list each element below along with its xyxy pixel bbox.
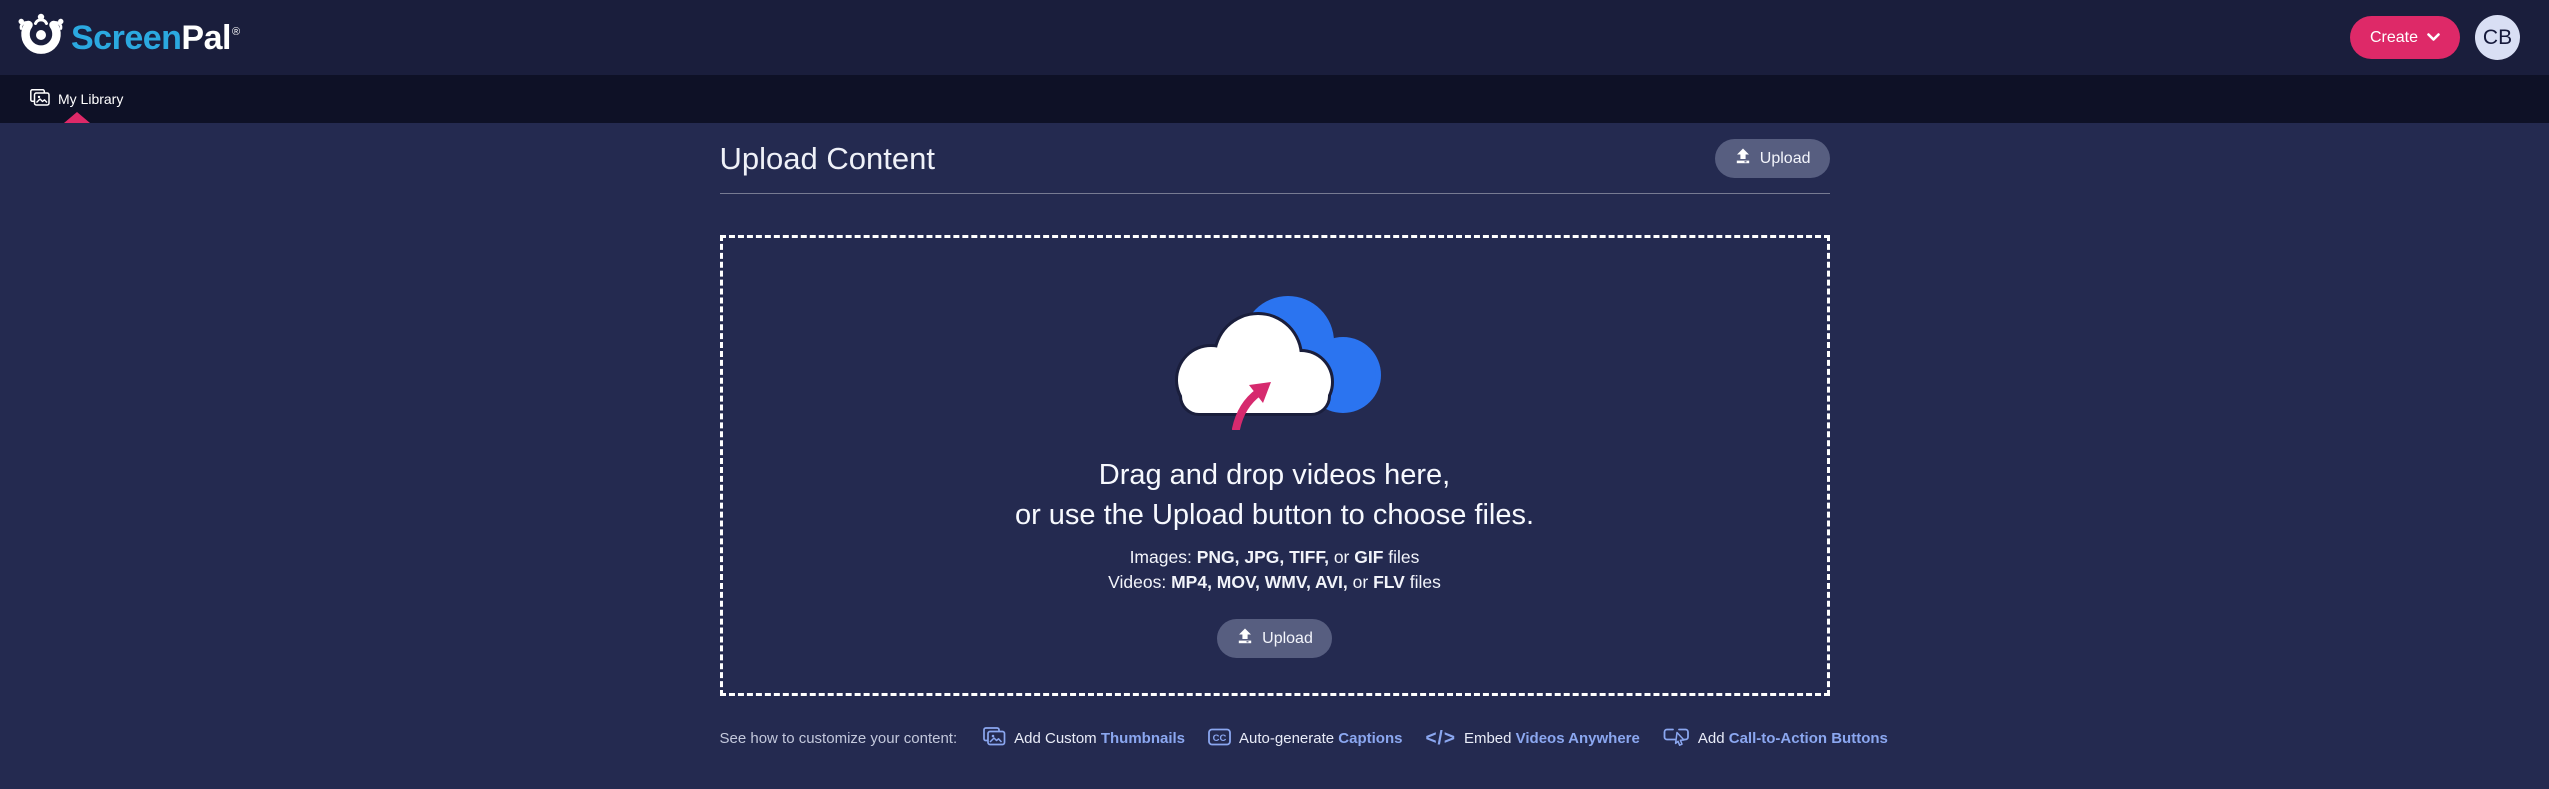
upload-button-label: Upload	[1760, 150, 1811, 168]
drag-drop-zone[interactable]: Drag and drop videos here, or use the Up…	[720, 235, 1830, 696]
customize-label: See how to customize your content:	[720, 730, 958, 747]
app-header: ScreenPal® Create CB	[0, 0, 2549, 75]
upload-icon	[1734, 147, 1752, 170]
screenpal-logo[interactable]: ScreenPal®	[18, 12, 240, 63]
upload-content-panel: Upload Content Upload	[720, 139, 1830, 751]
avatar-initials: CB	[2483, 26, 2512, 50]
captions-icon: CC	[1208, 728, 1231, 750]
user-avatar[interactable]: CB	[2475, 15, 2520, 60]
link-add-cta-buttons[interactable]: Add Call-to-Action Buttons	[1663, 726, 1888, 751]
svg-text:CC: CC	[1213, 733, 1227, 744]
dropzone-headline: Drag and drop videos here, or use the Up…	[1015, 455, 1534, 535]
library-icon	[30, 89, 50, 109]
library-nav-bar: My Library	[0, 75, 2549, 123]
chevron-down-icon	[2427, 29, 2440, 47]
upload-button-center[interactable]: Upload	[1217, 619, 1332, 658]
active-tab-indicator	[64, 112, 90, 123]
nav-item-label: My Library	[58, 91, 123, 107]
screenpal-mascot-icon	[18, 12, 64, 63]
upload-button-label: Upload	[1262, 630, 1313, 648]
cta-cursor-icon	[1663, 726, 1690, 751]
page-title: Upload Content	[720, 141, 935, 177]
embed-code-icon: </>	[1425, 728, 1455, 750]
link-add-thumbnails[interactable]: Add Custom Thumbnails	[983, 727, 1185, 750]
logo-wordmark: ScreenPal®	[71, 21, 240, 55]
link-auto-captions[interactable]: CC Auto-generate Captions	[1208, 728, 1402, 750]
upload-cloud-icon	[1166, 280, 1384, 435]
video-formats-line: Videos: MP4, MOV, WMV, AVI, or FLV files	[1108, 570, 1441, 595]
accepted-formats: Images: PNG, JPG, TIFF, or GIF files Vid…	[1108, 545, 1441, 595]
create-button-label: Create	[2370, 29, 2418, 47]
image-formats-line: Images: PNG, JPG, TIFF, or GIF files	[1108, 545, 1441, 570]
thumbnails-icon	[983, 727, 1006, 750]
upload-icon	[1236, 627, 1254, 650]
create-button[interactable]: Create	[2350, 16, 2460, 59]
nav-item-my-library[interactable]: My Library	[30, 75, 123, 123]
upload-button-top[interactable]: Upload	[1715, 139, 1830, 178]
link-embed-videos[interactable]: </> Embed Videos Anywhere	[1425, 728, 1639, 750]
customize-row: See how to customize your content: Add C…	[720, 726, 1830, 751]
